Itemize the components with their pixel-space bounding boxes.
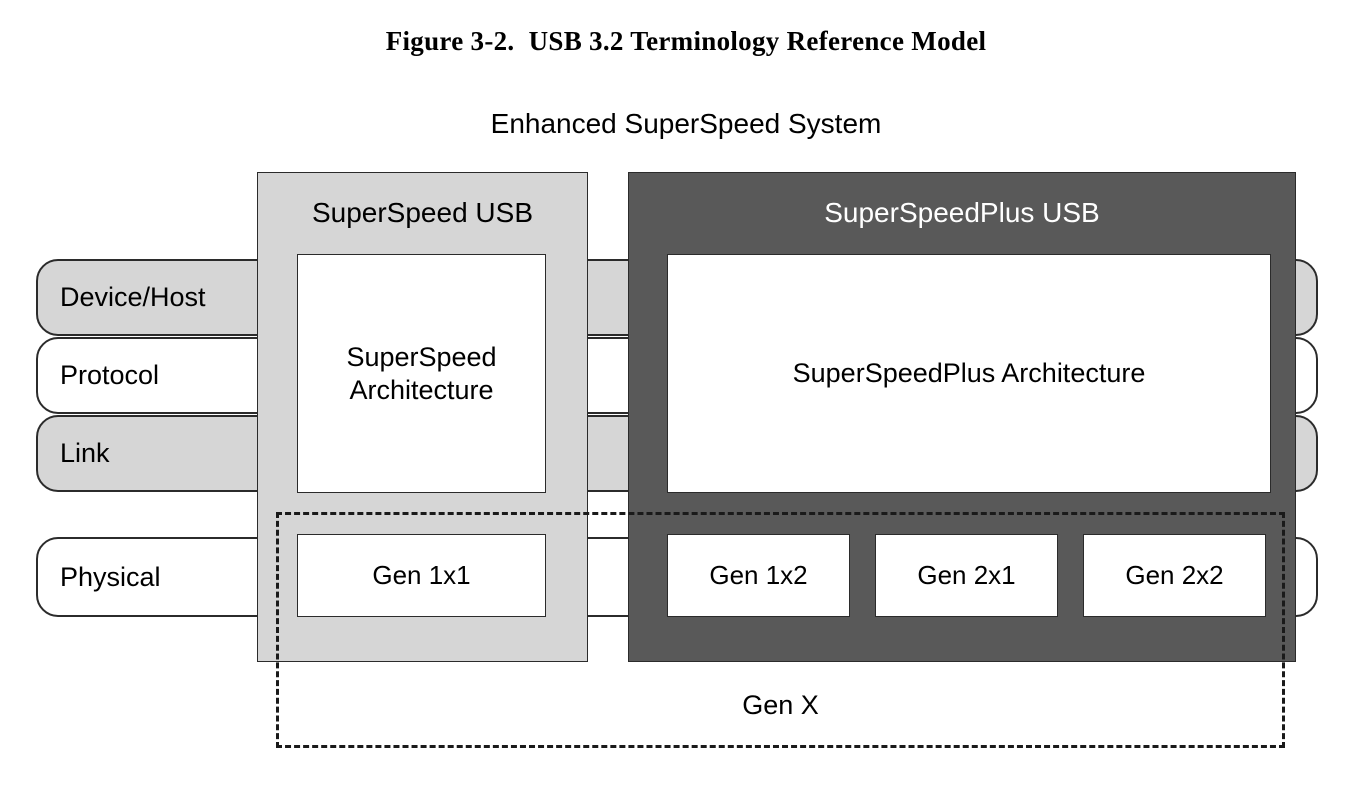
gen-box-gen-1x1: Gen 1x1 [297, 534, 546, 617]
layer-label-protocol: Protocol [60, 360, 160, 390]
superspeed-architecture-box: SuperSpeed Architecture [297, 254, 546, 493]
superspeedplus-architecture-box: SuperSpeedPlus Architecture [667, 254, 1271, 493]
gen-box-gen-2x2: Gen 2x2 [1083, 534, 1266, 617]
layer-label-link: Link [60, 438, 110, 468]
gen-box-gen-1x2: Gen 1x2 [667, 534, 850, 617]
genx-label: Gen X [742, 690, 819, 720]
usb-terminology-reference-diagram: Device/Host Protocol Link Physical Super… [0, 0, 1372, 786]
layer-label-device-host: Device/Host [60, 282, 206, 312]
layer-label-physical: Physical [60, 561, 161, 592]
gen-box-gen-2x1: Gen 2x1 [875, 534, 1058, 617]
group-title-superspeedplus-usb: SuperSpeedPlus USB [824, 197, 1100, 228]
group-title-superspeed-usb: SuperSpeed USB [311, 197, 534, 228]
